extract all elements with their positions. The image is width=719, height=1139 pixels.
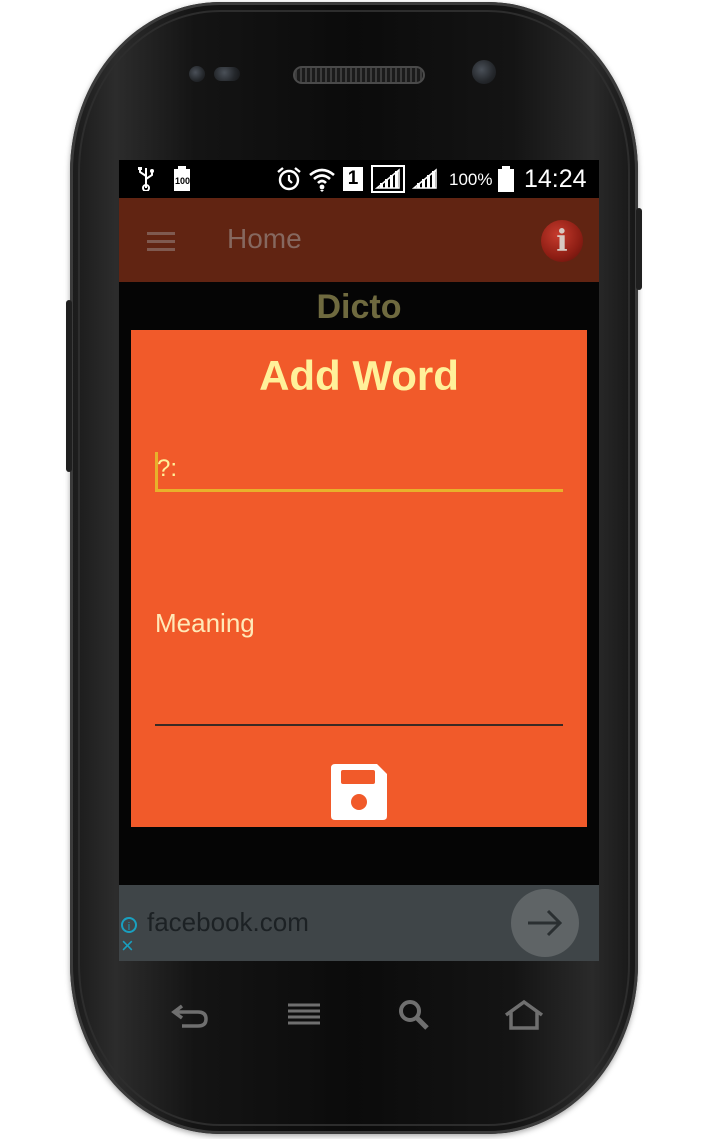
ad-banner[interactable]: i × facebook.com <box>119 885 599 961</box>
save-button[interactable] <box>327 760 391 824</box>
menu-lines-icon <box>288 1003 320 1025</box>
add-word-dialog: Add Word <box>131 330 587 827</box>
ad-info-icon[interactable]: i <box>121 917 137 933</box>
home-button[interactable] <box>500 995 548 1035</box>
back-icon <box>171 1004 208 1028</box>
sim-icon: 1 <box>343 167 363 191</box>
ad-arrow-button[interactable] <box>511 889 579 957</box>
battery-icon <box>497 166 515 192</box>
light-sensor <box>214 67 240 81</box>
screen: 100 1 100% 14:24 Home i Dicto Add Word ?… <box>119 160 599 961</box>
battery-percent: 100% <box>449 170 493 189</box>
meaning-input[interactable] <box>155 604 563 726</box>
word-input[interactable] <box>155 448 563 492</box>
alarm-icon <box>275 166 303 192</box>
search-button[interactable] <box>390 995 438 1035</box>
toolbar-title: Home <box>227 223 302 254</box>
signal-icon <box>371 165 405 193</box>
save-icon <box>331 764 387 820</box>
power-button <box>636 208 642 290</box>
menu-button[interactable] <box>280 995 328 1035</box>
volume-button <box>66 300 72 472</box>
search-icon <box>399 1000 429 1030</box>
earpiece-speaker <box>293 66 425 84</box>
dialog-title: Add Word <box>259 352 459 399</box>
back-button[interactable] <box>166 995 214 1035</box>
front-camera <box>472 60 496 84</box>
menu-icon[interactable] <box>147 232 175 252</box>
wifi-icon <box>307 166 337 192</box>
arrow-right-icon <box>528 909 563 937</box>
text-cursor <box>155 452 158 490</box>
app-heading: Dicto <box>316 288 402 326</box>
ad-url[interactable]: facebook.com <box>147 907 309 938</box>
app-toolbar: Home i <box>119 198 599 282</box>
sim-label: 1 <box>347 168 359 189</box>
usb-icon <box>135 166 157 192</box>
home-icon <box>504 999 544 1030</box>
battery-level-text: 100 <box>175 176 191 186</box>
signal-icon-2 <box>411 166 439 192</box>
proximity-sensor <box>189 66 205 82</box>
close-icon[interactable]: × <box>121 935 134 957</box>
status-bar: 100 1 100% 14:24 <box>119 160 599 198</box>
info-icon[interactable]: i <box>541 220 583 262</box>
clock: 14:24 <box>524 165 587 193</box>
